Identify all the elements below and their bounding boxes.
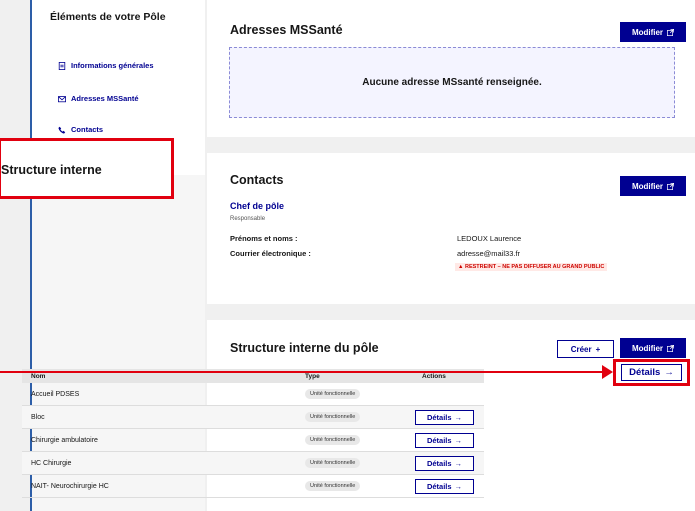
row-type-badge: Unité fonctionnelle xyxy=(305,412,361,422)
contacts-title: Contacts xyxy=(230,173,284,187)
details-button[interactable]: Détails → xyxy=(415,433,474,448)
modify-label: Modifier xyxy=(631,343,664,353)
row-type-badge: Unité fonctionnelle xyxy=(305,435,361,445)
contacts-panel: Contacts Modifier Chef de pôle Responsab… xyxy=(207,153,695,304)
sidebar-item-contacts[interactable]: Contacts xyxy=(58,125,103,134)
empty-text: Aucune adresse MSsanté renseignée. xyxy=(362,77,542,88)
role-title: Chef de pôle xyxy=(230,201,285,211)
details-button[interactable]: Détails → xyxy=(415,479,474,494)
arrow-right-icon: → xyxy=(664,367,674,378)
external-link-icon xyxy=(667,344,675,352)
mssante-empty-state: Aucune adresse MSsanté renseignée. xyxy=(229,47,675,118)
row-type-badge: Unité fonctionnelle xyxy=(305,458,361,468)
row-name: Bloc xyxy=(31,414,45,421)
email-label: Courrier électronique : xyxy=(230,249,311,258)
plus-icon: + xyxy=(595,344,601,354)
structure-modify-button[interactable]: Modifier xyxy=(620,338,686,358)
table-row: Bloc Unité fonctionnelle Détails → xyxy=(22,406,484,429)
annotation-arrow-line xyxy=(0,371,605,373)
row-type-badge: Unité fonctionnelle xyxy=(305,389,361,399)
row-name: Accueil PDSES xyxy=(31,391,80,398)
document-icon xyxy=(58,61,66,70)
modify-label: Modifier xyxy=(631,27,664,37)
create-button[interactable]: Créer + xyxy=(557,340,614,358)
arrow-right-icon: → xyxy=(454,482,463,491)
external-link-icon xyxy=(667,182,675,190)
sidebar-item-label: Adresses MSSanté xyxy=(71,94,139,103)
name-value: LEDOUX Laurence xyxy=(457,234,522,243)
column-header-nom: Nom xyxy=(31,373,46,380)
table-row: Chirurgie ambulatoire Unité fonctionnell… xyxy=(22,429,484,452)
mail-icon xyxy=(58,95,66,102)
column-header-actions: Actions xyxy=(422,373,446,380)
phone-icon xyxy=(58,126,66,134)
details-label: Détails xyxy=(426,482,452,491)
mssante-title: Adresses MSSanté xyxy=(230,23,343,37)
details-button[interactable]: Détails → xyxy=(415,456,474,471)
sidebar-title: Éléments de votre Pôle xyxy=(50,11,166,23)
mssante-panel: Adresses MSSanté Modifier Aucune adresse… xyxy=(207,0,695,137)
details-label: Détails xyxy=(426,436,452,445)
table-row: NAIT- Neurochirurgie HC Unité fonctionne… xyxy=(22,475,484,498)
table-row: Accueil PDSES Unité fonctionnelle xyxy=(22,383,484,406)
callout-label: Structure interne xyxy=(1,163,102,177)
annotation-arrow-head xyxy=(602,365,613,379)
column-header-type: Type xyxy=(305,373,320,380)
table-row: HC Chirurgie Unité fonctionnelle Détails… xyxy=(22,452,484,475)
details-label: Détails xyxy=(629,367,661,378)
details-button-highlighted[interactable]: Détails → xyxy=(621,364,682,381)
details-label: Détails xyxy=(426,459,452,468)
sidebar-item-informations[interactable]: Informations générales xyxy=(58,61,154,70)
details-button[interactable]: Détails → xyxy=(415,410,474,425)
restricted-badge: ▲ RESTREINT – NE PAS DIFFUSER AU GRAND P… xyxy=(455,263,608,271)
mssante-modify-button[interactable]: Modifier xyxy=(620,22,686,42)
email-value: adresse@mail33.fr xyxy=(457,249,521,258)
row-name: HC Chirurgie xyxy=(31,460,72,467)
name-label: Prénoms et noms : xyxy=(230,234,298,243)
arrow-right-icon: → xyxy=(454,436,463,445)
arrow-right-icon: → xyxy=(454,413,463,422)
external-link-icon xyxy=(667,28,675,36)
arrow-right-icon: → xyxy=(454,459,463,468)
row-type-badge: Unité fonctionnelle xyxy=(305,481,361,491)
highlighted-details-callout: Détails → xyxy=(613,359,690,386)
sidebar-item-mssante[interactable]: Adresses MSSanté xyxy=(58,94,139,103)
row-name: Chirurgie ambulatoire xyxy=(31,437,98,444)
role-subtitle: Responsable xyxy=(230,216,266,222)
row-name: NAIT- Neurochirurgie HC xyxy=(31,483,109,490)
structure-title: Structure interne du pôle xyxy=(230,341,379,355)
create-label: Créer xyxy=(570,344,592,354)
contacts-modify-button[interactable]: Modifier xyxy=(620,176,686,196)
sidebar-item-label: Informations générales xyxy=(71,61,154,70)
structure-interne-callout[interactable]: Structure interne xyxy=(0,138,174,199)
details-label: Détails xyxy=(426,413,452,422)
modify-label: Modifier xyxy=(631,181,664,191)
sidebar-item-label: Contacts xyxy=(71,125,104,134)
